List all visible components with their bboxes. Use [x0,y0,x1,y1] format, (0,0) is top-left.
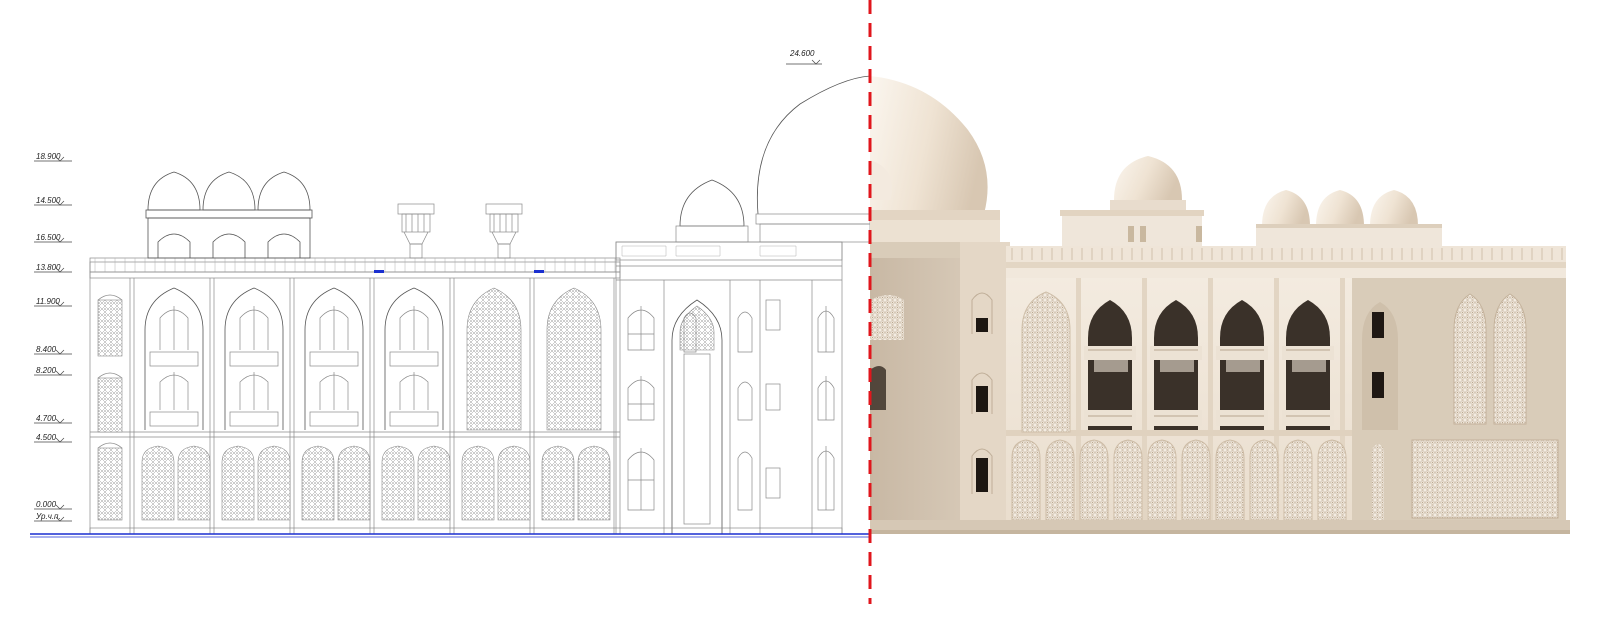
level-label: 8.400 [36,345,57,354]
left-bay-windows [97,294,123,521]
level-label: 4.500 [36,433,57,442]
main-dome-outline [756,75,870,215]
level-markers: 18.900 14.500 16.500 13.800 11.900 8.400 8.200… [34,152,72,522]
level-marker: 8.400 [34,345,72,355]
level-marker: 18.900 [34,152,72,162]
rendered-elevation [870,76,1570,534]
level-marker: 13.800 [34,263,72,273]
level-marker: 0.000 [34,500,72,510]
ground-floor-arches [141,445,611,521]
line-drawing-elevation [89,75,870,535]
level-label: 18.900 [36,152,61,161]
level-marker: 4.700 [34,414,72,424]
level-label: 16.500 [36,233,61,242]
level-marker: 8.200 [34,366,72,376]
tower-block [615,75,870,535]
level-label-top: 24.600 [789,49,815,58]
level-marker: 11.900 [34,297,72,307]
elevation-comparison: 18.900 14.500 16.500 13.800 11.900 8.400 8.200… [30,0,1570,604]
roof-domes-left [145,171,313,259]
level-marker: Ур.ч.п. [34,512,72,522]
tower-dome [679,179,745,227]
ground-line [30,533,870,538]
level-label: Ур.ч.п. [35,512,61,521]
level-label: 11.900 [36,297,60,306]
level-marker: 16.500 [34,233,72,243]
roof-kiosks [397,203,523,259]
level-marker: 4.500 [34,433,72,443]
level-label: 14.500 [36,196,61,205]
level-marker: 14.500 [34,196,72,206]
upper-arched-bays [144,287,602,431]
roof-elements-render [1060,156,1442,248]
level-label: 13.800 [36,263,61,272]
level-label: 8.200 [36,366,57,375]
level-marker-top: 24.600 [786,49,822,65]
level-label: 0.000 [36,500,57,509]
level-label: 4.700 [36,414,57,423]
